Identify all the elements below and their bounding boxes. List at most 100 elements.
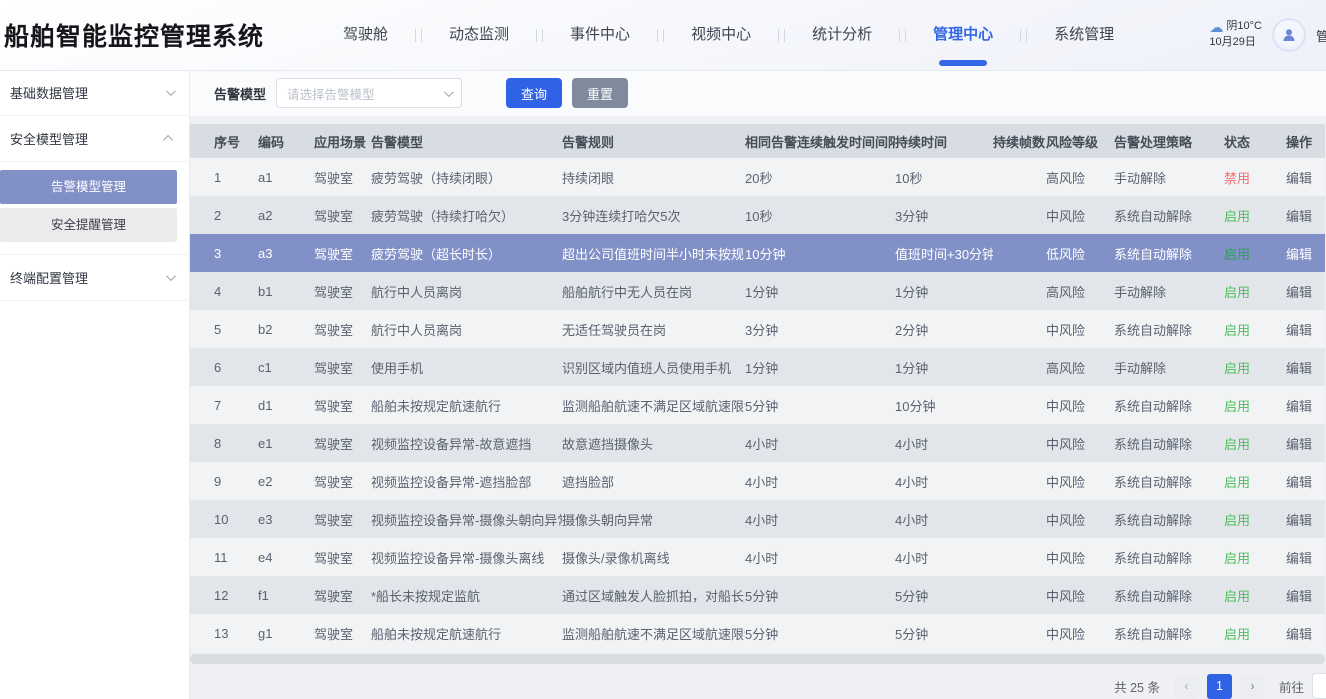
cell-duration: 4小时 (895, 500, 993, 538)
edit-link[interactable]: 编辑 (1286, 247, 1312, 262)
cell-risk: 中风险 (1046, 614, 1114, 652)
tab-cockpit[interactable]: 驾驶舱 (316, 0, 415, 70)
navbar-right: ☁ 阴10°C 10月29日 管理 (1209, 18, 1326, 52)
edit-link[interactable]: 编辑 (1286, 627, 1312, 642)
goto-page-input[interactable] (1312, 673, 1326, 699)
cell-rule: 故意遮挡摄像头 (562, 424, 745, 462)
table-row[interactable]: 6c1驾驶室使用手机识别区域内值班人员使用手机1分钟1分钟高风险手动解除启用编辑 (190, 348, 1325, 386)
prev-page-button[interactable]: ‹ (1174, 674, 1199, 699)
sidebar-group-label: 基础数据管理 (10, 83, 88, 102)
page-number-current[interactable]: 1 (1207, 674, 1232, 699)
cell-interval: 10分钟 (745, 234, 895, 272)
weather-temp: 阴10°C (1226, 19, 1262, 35)
table-row[interactable]: 3a3驾驶室疲劳驾驶（超长时长）超出公司值班时间半小时未按规定交接10分钟值班时… (190, 234, 1325, 272)
cell-strategy: 系统自动解除 (1114, 500, 1224, 538)
table-row[interactable]: 4b1驾驶室航行中人员离岗船舶航行中无人员在岗1分钟1分钟高风险手动解除启用编辑 (190, 272, 1325, 310)
tab-statistics[interactable]: 统计分析 (785, 0, 899, 70)
alarm-model-select[interactable]: 请选择告警模型 (276, 78, 462, 108)
table-row[interactable]: 8e1驾驶室视频监控设备异常-故意遮挡故意遮挡摄像头4小时4小时中风险系统自动解… (190, 424, 1325, 462)
status-badge: 启用 (1224, 513, 1250, 528)
edit-link[interactable]: 编辑 (1286, 285, 1312, 300)
cell-action: 编辑 (1286, 272, 1325, 310)
cell-code: a3 (258, 234, 314, 272)
filter-bar: 告警模型 请选择告警模型 查询 重置 (190, 70, 1326, 116)
cell-duration: 4小时 (895, 538, 993, 576)
table-row[interactable]: 13g1驾驶室船舶未按规定航速航行监测船舶航速不满足区域航速限制规定5分钟5分钟… (190, 614, 1325, 652)
sidebar-group-safety-model[interactable]: 安全模型管理 (0, 116, 189, 162)
cell-code: e2 (258, 462, 314, 500)
cell-frames (993, 614, 1046, 652)
reset-button[interactable]: 重置 (572, 78, 628, 108)
sidebar-group-label: 安全模型管理 (10, 129, 88, 148)
cell-status: 启用 (1224, 500, 1286, 538)
table-row[interactable]: 2a2驾驶室疲劳驾驶（持续打哈欠）3分钟连续打哈欠5次10秒3分钟中风险系统自动… (190, 196, 1325, 234)
edit-link[interactable]: 编辑 (1286, 399, 1312, 414)
cell-model: 疲劳驾驶（持续打哈欠） (371, 196, 562, 234)
cell-status: 启用 (1224, 386, 1286, 424)
table-row[interactable]: 9e2驾驶室视频监控设备异常-遮挡脸部遮挡脸部4小时4小时中风险系统自动解除启用… (190, 462, 1325, 500)
tab-dynamic-monitor[interactable]: 动态监测 (422, 0, 536, 70)
cell-rule: 持续闭眼 (562, 158, 745, 196)
cell-scene: 驾驶室 (314, 158, 371, 196)
edit-link[interactable]: 编辑 (1286, 437, 1312, 452)
table-row[interactable]: 5b2驾驶室航行中人员离岗无适任驾驶员在岗3分钟2分钟中风险系统自动解除启用编辑 (190, 310, 1325, 348)
cell-no: 5 (190, 310, 258, 348)
next-page-button[interactable]: › (1240, 674, 1265, 699)
cell-strategy: 系统自动解除 (1114, 310, 1224, 348)
cell-rule: 3分钟连续打哈欠5次 (562, 196, 745, 234)
table-row[interactable]: 1a1驾驶室疲劳驾驶（持续闭眼）持续闭眼20秒10秒高风险手动解除禁用编辑 (190, 158, 1325, 196)
cell-action: 编辑 (1286, 196, 1325, 234)
top-navbar: 船舶智能监控管理系统 驾驶舱动态监测事件中心视频中心统计分析管理中心系统管理 ☁… (0, 0, 1326, 70)
cell-no: 6 (190, 348, 258, 386)
cell-duration: 3分钟 (895, 196, 993, 234)
edit-link[interactable]: 编辑 (1286, 361, 1312, 376)
status-badge: 启用 (1224, 399, 1250, 414)
cell-frames (993, 310, 1046, 348)
avatar[interactable] (1272, 18, 1306, 52)
sidebar-item-alarm-model[interactable]: 告警模型管理 (0, 170, 177, 204)
sidebar-item-safety-reminder[interactable]: 安全提醒管理 (0, 208, 177, 242)
cell-status: 禁用 (1224, 158, 1286, 196)
table-row[interactable]: 7d1驾驶室船舶未按规定航速航行监测船舶航速不满足区域航速限制规定5分钟10分钟… (190, 386, 1325, 424)
cell-action: 编辑 (1286, 500, 1325, 538)
column-header: 告警模型 (371, 124, 562, 158)
cell-action: 编辑 (1286, 348, 1325, 386)
edit-link[interactable]: 编辑 (1286, 513, 1312, 528)
tab-management-center[interactable]: 管理中心 (906, 0, 1020, 70)
table-row[interactable]: 10e3驾驶室视频监控设备异常-摄像头朝向异常摄像头朝向异常4小时4小时中风险系… (190, 500, 1325, 538)
cell-interval: 1分钟 (745, 272, 895, 310)
edit-link[interactable]: 编辑 (1286, 551, 1312, 566)
cell-strategy: 系统自动解除 (1114, 196, 1224, 234)
table-row[interactable]: 12f1驾驶室*船长未按规定监航通过区域触发人脸抓拍，对船长身份...5分钟5分… (190, 576, 1325, 614)
column-header: 相同告警连续触发时间间隔 (745, 124, 895, 158)
edit-link[interactable]: 编辑 (1286, 209, 1312, 224)
user-name[interactable]: 管理 (1316, 26, 1326, 45)
cell-rule: 摄像头/录像机离线 (562, 538, 745, 576)
horizontal-scrollbar[interactable] (190, 654, 1325, 664)
main-content: 告警模型 请选择告警模型 查询 重置 序号编码应用场景告警模型告警规则相同告警连… (190, 70, 1326, 699)
tab-video-center[interactable]: 视频中心 (664, 0, 778, 70)
cell-scene: 驾驶室 (314, 462, 371, 500)
sidebar-group-terminal-config[interactable]: 终端配置管理 (0, 255, 189, 301)
cell-strategy: 手动解除 (1114, 348, 1224, 386)
tab-event-center[interactable]: 事件中心 (543, 0, 657, 70)
edit-link[interactable]: 编辑 (1286, 323, 1312, 338)
nav-separator (415, 0, 422, 70)
status-badge: 启用 (1224, 475, 1250, 490)
cell-no: 8 (190, 424, 258, 462)
cell-risk: 低风险 (1046, 234, 1114, 272)
tab-system-management[interactable]: 系统管理 (1027, 0, 1141, 70)
cell-scene: 驾驶室 (314, 538, 371, 576)
cell-frames (993, 196, 1046, 234)
edit-link[interactable]: 编辑 (1286, 171, 1312, 186)
cell-status: 启用 (1224, 348, 1286, 386)
cell-scene: 驾驶室 (314, 386, 371, 424)
search-button[interactable]: 查询 (506, 78, 562, 108)
cell-no: 9 (190, 462, 258, 500)
sidebar-group-base-data[interactable]: 基础数据管理 (0, 70, 189, 116)
column-header: 序号 (190, 124, 258, 158)
edit-link[interactable]: 编辑 (1286, 475, 1312, 490)
table-row[interactable]: 11e4驾驶室视频监控设备异常-摄像头离线摄像头/录像机离线4小时4小时中风险系… (190, 538, 1325, 576)
edit-link[interactable]: 编辑 (1286, 589, 1312, 604)
column-header: 风险等级 (1046, 124, 1114, 158)
